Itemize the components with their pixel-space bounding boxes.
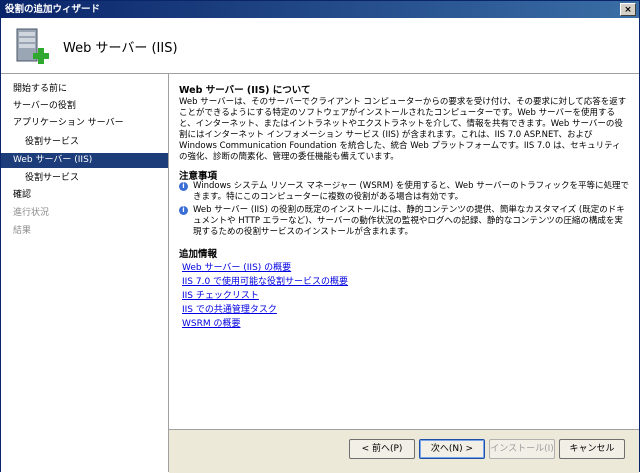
- link-web-server-overview[interactable]: Web サーバー (IIS) の概要: [182, 262, 291, 274]
- link-role-services-overview[interactable]: IIS 7.0 で使用可能な役割サービスの概要: [182, 276, 348, 288]
- cancel-button[interactable]: キャンセル: [559, 439, 625, 459]
- wizard-window: 役割の追加ウィザード × Web サーバー (IIS) 開始する前に サーバーの…: [0, 0, 640, 473]
- wizard-header: Web サーバー (IIS): [1, 18, 639, 74]
- content-pane: Web サーバー (IIS) について Web サーバーは、そのサーバーでクライ…: [169, 74, 639, 429]
- note-text: Windows システム リソース マネージャー (WSRM) を使用すると、W…: [193, 181, 629, 202]
- install-button: インストール(I): [489, 439, 555, 459]
- sidebar-item-before-you-begin[interactable]: 開始する前に: [1, 82, 168, 97]
- wizard-steps-sidebar: 開始する前に サーバーの役割 アプリケーション サーバー 役割サービス Web …: [1, 74, 169, 472]
- link-common-admin-tasks[interactable]: IIS での共通管理タスク: [182, 304, 277, 316]
- about-text: Web サーバーは、そのサーバーでクライアント コンピューターからの要求を受け付…: [179, 97, 627, 162]
- sidebar-item-role-services-app[interactable]: 役割サービス: [1, 135, 168, 150]
- notes-heading: 注意事項: [179, 171, 218, 182]
- link-iis-checklist[interactable]: IIS チェックリスト: [182, 290, 259, 302]
- note-text: Web サーバー (IIS) の役割の既定のインストールには、静的コンテンツの提…: [193, 205, 625, 237]
- info-icon: i: [179, 182, 188, 191]
- close-button[interactable]: ×: [620, 3, 636, 16]
- button-bar: < 前へ(P) 次へ(N) > インストール(I) キャンセル: [169, 429, 639, 473]
- title-bar[interactable]: 役割の追加ウィザード ×: [1, 1, 639, 18]
- sidebar-item-server-roles[interactable]: サーバーの役割: [1, 99, 168, 114]
- sidebar-item-web-server[interactable]: Web サーバー (IIS): [1, 153, 168, 168]
- window-title: 役割の追加ウィザード: [5, 4, 101, 15]
- info-heading: 追加情報: [179, 249, 218, 260]
- sidebar-item-application-server[interactable]: アプリケーション サーバー: [1, 116, 168, 131]
- prev-button[interactable]: < 前へ(P): [349, 439, 415, 459]
- sidebar-item-progress: 進行状況: [13, 208, 50, 218]
- about-heading: Web サーバー (IIS) について: [179, 85, 311, 96]
- sidebar-item-results: 結果: [13, 226, 32, 236]
- server-add-icon: [16, 28, 49, 64]
- next-button[interactable]: 次へ(N) >: [419, 439, 485, 459]
- page-title: Web サーバー (IIS): [63, 41, 178, 56]
- sidebar-item-confirmation[interactable]: 確認: [1, 188, 168, 203]
- link-wsrm-overview[interactable]: WSRM の概要: [182, 318, 241, 330]
- info-icon: i: [179, 206, 188, 215]
- sidebar-item-role-services-web[interactable]: 役割サービス: [1, 171, 168, 186]
